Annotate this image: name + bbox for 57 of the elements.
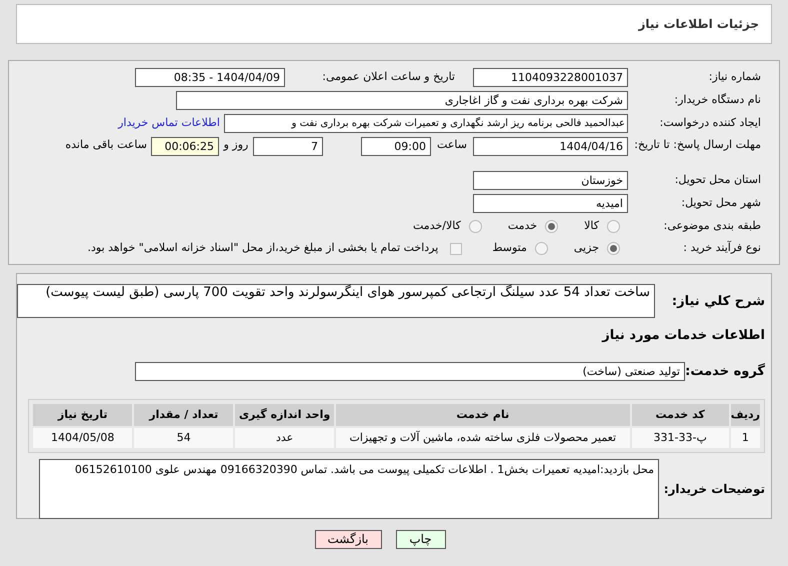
radio-button[interactable]: [607, 220, 620, 233]
text-field[interactable]: 7: [253, 137, 323, 156]
field-label: شرح كلي نياز:: [670, 293, 765, 311]
section-heading: اطلاعات خدمات مورد نیاز: [602, 328, 765, 343]
notes-textarea[interactable]: محل بازدید:امیدیه تعمیرات بخش1 . اطلاعات تکمیلی پیوست می باشد. تماس 09166320390 مهندس علوی 06152610100: [39, 459, 659, 519]
text-field[interactable]: امیدیه: [473, 194, 628, 213]
field-label: طبقه بندی موضوعی:: [662, 218, 761, 234]
radio-label: کالا/خدمت: [413, 218, 461, 234]
field-label: استان محل تحویل:: [674, 172, 761, 188]
text-field[interactable]: 00:06:25: [151, 137, 219, 156]
field-label: شهر محل تحویل:: [680, 195, 761, 212]
field-label: تاریخ و ساعت اعلان عمومی:: [321, 69, 455, 86]
radio-label: کالا: [584, 218, 599, 234]
text-field[interactable]: خوزستان: [473, 170, 628, 190]
field-label: توضیحات خریدار:: [662, 481, 765, 498]
radio-button[interactable]: [534, 242, 548, 256]
column-header: نام خدمت: [336, 404, 630, 426]
time-label: ساعت: [436, 137, 468, 153]
table-cell: 1404/05/08: [33, 428, 132, 448]
table-cell: پ-33-331: [632, 428, 729, 448]
back-button[interactable]: بازگشت: [314, 530, 382, 549]
table-cell: تعمیر محصولات فلزی ساخته شده، ماشین آلات و تجهیزات: [336, 428, 630, 448]
column-header: تاریخ نیاز: [33, 404, 132, 426]
print-button[interactable]: چاپ: [396, 530, 446, 549]
checkbox[interactable]: [450, 242, 462, 255]
radio-button[interactable]: [545, 220, 558, 233]
text-field[interactable]: 1104093228001037: [473, 68, 628, 87]
text-field[interactable]: عبدالحمید فالحی برنامه ریز ارشد نگهداری و تعمیرات شرکت بهره برداری نفت و: [224, 114, 628, 133]
summary-textarea[interactable]: ساخت تعداد 54 عدد سیلنگ ارتجاعی کمپرسور هوای اینگرسولرند واحد تقویت 700 پارسی (طبق لیست پیوست): [17, 284, 655, 318]
text-field[interactable]: 09:00: [361, 137, 431, 156]
field-label: مهلت ارسال پاسخ: تا تاریخ:: [633, 137, 761, 152]
field-label: نوع فرآیند خرید :: [682, 240, 761, 256]
radio-label: خدمت: [508, 218, 538, 234]
table-cell: 1: [730, 428, 760, 448]
checkbox-label: پرداخت تمام یا بخشی از مبلغ خرید،از محل "اسناد خزانه اسلامی" خواهد بود.: [88, 240, 438, 256]
text-field[interactable]: شرکت بهره برداری نفت و گاز اغاجاری: [176, 91, 628, 110]
page-title: جزئیات اطلاعات نیاز: [638, 16, 759, 33]
column-header: کد خدمت: [632, 404, 729, 426]
field-label: گروه خدمت:: [685, 362, 765, 380]
radio-button[interactable]: [468, 220, 482, 233]
contact-link[interactable]: اطلاعات تماس خریدار: [118, 115, 220, 132]
field-label: نام دستگاه خریدار:: [673, 92, 761, 108]
column-header: تعداد / مقدار: [134, 404, 234, 426]
text-field[interactable]: 1404/04/16: [473, 137, 628, 156]
field-label: ایجاد کننده درخواست:: [658, 115, 761, 132]
days-label: روز و: [222, 137, 250, 153]
table-cell: عدد: [235, 428, 334, 448]
text-field[interactable]: تولید صنعتی (ساخت): [135, 362, 685, 381]
radio-label: جزیی: [574, 240, 599, 256]
table-cell: 54: [134, 428, 234, 448]
radio-label: متوسط: [492, 240, 527, 256]
remaining-label: ساعت باقی مانده: [65, 137, 147, 153]
column-header: واحد اندازه گیری: [235, 404, 334, 426]
text-field[interactable]: 1404/04/09 - 08:35: [135, 68, 285, 87]
radio-button[interactable]: [607, 242, 620, 256]
field-label: شماره نیاز:: [708, 69, 761, 86]
column-header: ردیف: [730, 404, 760, 426]
